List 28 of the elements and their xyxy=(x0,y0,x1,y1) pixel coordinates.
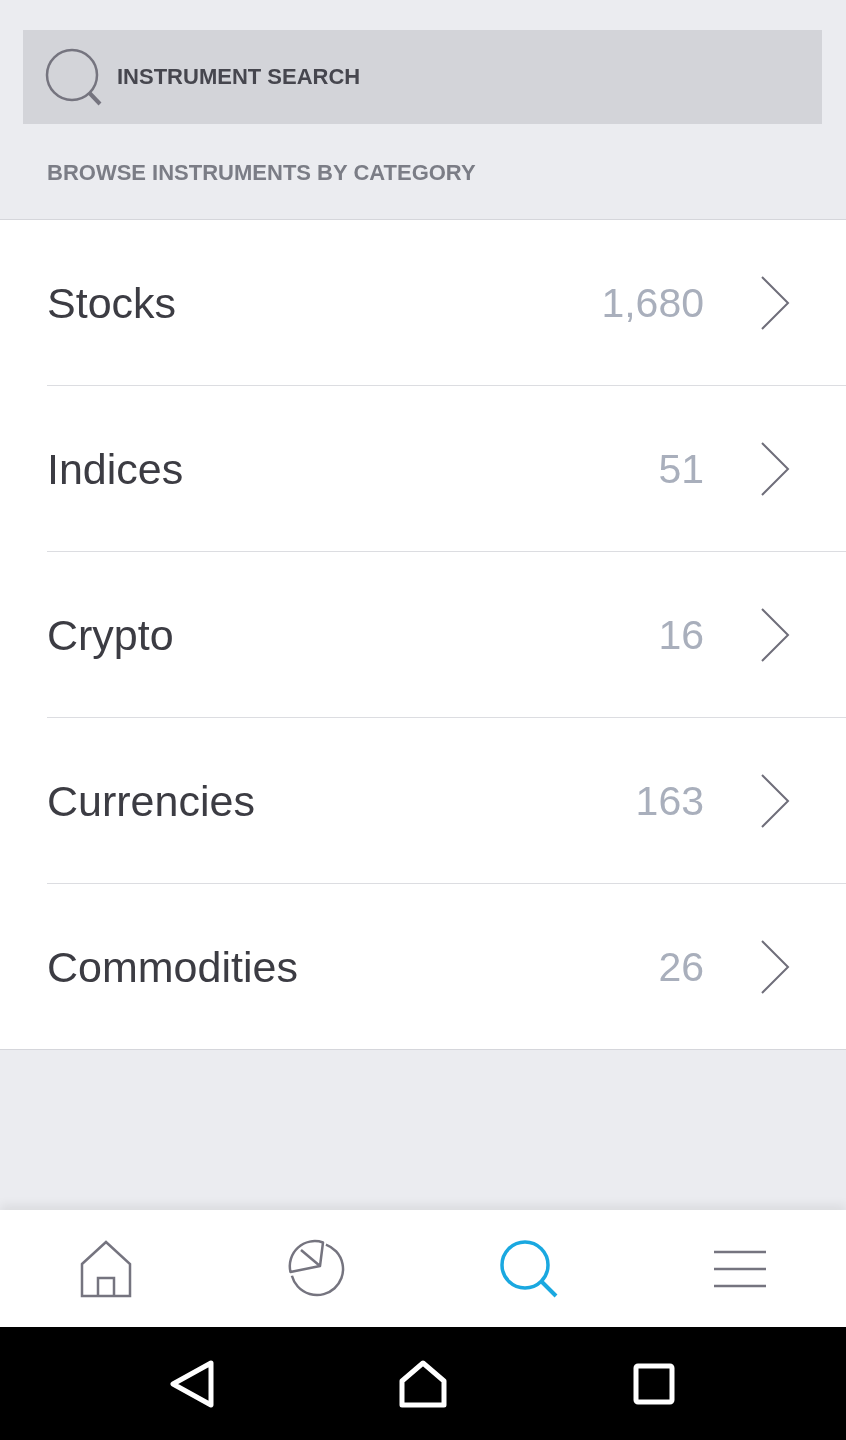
instrument-count: 26 xyxy=(658,942,704,992)
search-icon xyxy=(498,1238,559,1299)
search-icon xyxy=(43,48,103,106)
chevron-right-icon xyxy=(760,440,790,497)
instrument-count: 163 xyxy=(635,776,704,826)
category-row[interactable]: Crypto 16 xyxy=(47,552,846,718)
square-icon[interactable] xyxy=(632,1362,675,1405)
instrument-count: 1,680 xyxy=(601,278,704,328)
section-title: BROWSE INSTRUMENTS BY CATEGORY xyxy=(47,161,476,187)
category-row[interactable]: Commodities 26 xyxy=(47,884,846,1049)
chevron-right-icon xyxy=(760,606,790,663)
category-name: Commodities xyxy=(47,941,299,992)
category-row[interactable]: Indices 51 xyxy=(47,386,846,552)
home-icon[interactable] xyxy=(399,1359,447,1408)
instrument-count: 51 xyxy=(658,444,704,494)
chevron-right-icon xyxy=(760,274,790,331)
category-name: Currencies xyxy=(47,775,256,826)
home-icon xyxy=(79,1239,132,1298)
category-name: Crypto xyxy=(47,609,175,660)
instrument-count: 16 xyxy=(658,610,704,660)
category-row[interactable]: Stocks 1,680 xyxy=(47,220,846,386)
chevron-right-icon xyxy=(760,938,790,995)
menu-icon xyxy=(713,1249,768,1288)
back-icon[interactable] xyxy=(169,1359,216,1408)
category-row[interactable]: Currencies 163 xyxy=(47,718,846,884)
category-name: Indices xyxy=(47,443,185,494)
chevron-right-icon xyxy=(760,772,790,829)
category-name: Stocks xyxy=(47,277,178,328)
